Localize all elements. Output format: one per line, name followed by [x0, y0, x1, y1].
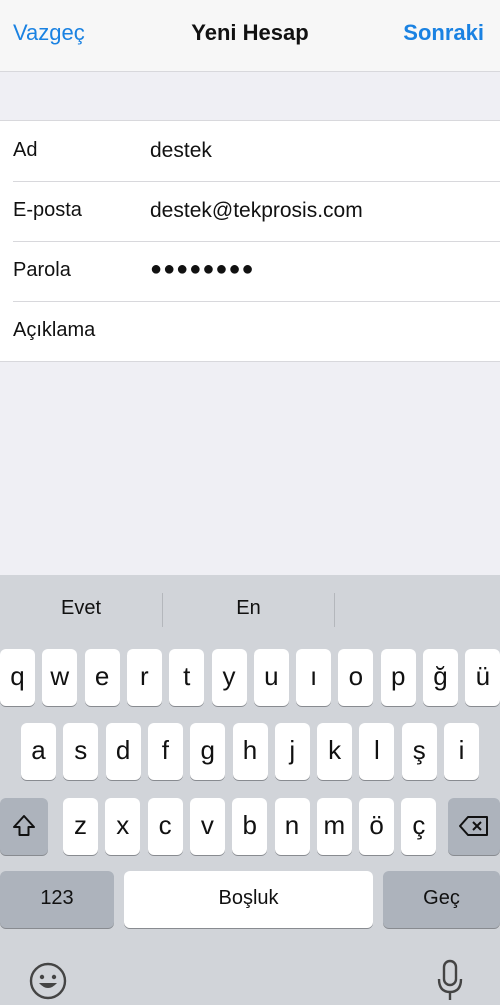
key-b[interactable]: b	[232, 798, 268, 855]
email-label: E-posta	[13, 199, 82, 221]
key-x[interactable]: x	[105, 798, 141, 855]
suggestion-2[interactable]: En	[163, 597, 334, 620]
key-l[interactable]: l	[359, 723, 395, 780]
space-key[interactable]: Boşluk	[124, 871, 373, 928]
key-o[interactable]: o	[338, 649, 374, 706]
cancel-button[interactable]: Vazgeç	[13, 20, 85, 46]
next-button[interactable]: Sonraki	[403, 20, 484, 46]
key-z[interactable]: z	[63, 798, 98, 855]
key-q[interactable]: q	[0, 649, 35, 706]
email-input[interactable]: destek@tekprosis.com	[150, 199, 363, 223]
keyboard: Evet En qwertyuıopğü asdfghjklşi zxcvbnm…	[0, 575, 500, 1005]
key-ı[interactable]: ı	[296, 649, 332, 706]
key-s[interactable]: s	[63, 723, 99, 780]
name-input[interactable]: destek	[150, 139, 212, 163]
account-form: Ad destek E-posta destek@tekprosis.com P…	[0, 120, 500, 362]
key-h[interactable]: h	[232, 723, 268, 780]
key-ö[interactable]: ö	[359, 798, 395, 855]
key-i[interactable]: i	[444, 723, 479, 780]
description-label: Açıklama	[13, 319, 96, 341]
emoji-icon[interactable]	[28, 961, 68, 1001]
key-w[interactable]: w	[42, 649, 78, 706]
name-label: Ad	[13, 139, 38, 161]
go-key[interactable]: Geç	[383, 871, 500, 928]
key-c[interactable]: c	[147, 798, 183, 855]
key-g[interactable]: g	[190, 723, 226, 780]
key-ğ[interactable]: ğ	[423, 649, 458, 706]
key-r[interactable]: r	[126, 649, 162, 706]
password-field[interactable]: Parola ●●●●●●●●	[0, 241, 500, 301]
key-m[interactable]: m	[316, 798, 352, 855]
navigation-bar: Vazgeç Yeni Hesap Sonraki	[0, 0, 500, 72]
key-ç[interactable]: ç	[401, 798, 437, 855]
microphone-icon[interactable]	[435, 959, 465, 1003]
key-u[interactable]: u	[253, 649, 289, 706]
shift-icon	[13, 815, 35, 836]
key-j[interactable]: j	[274, 723, 310, 780]
name-field[interactable]: Ad destek	[0, 121, 500, 181]
key-ü[interactable]: ü	[465, 649, 500, 706]
email-field[interactable]: E-posta destek@tekprosis.com	[0, 181, 500, 241]
key-p[interactable]: p	[380, 649, 416, 706]
key-ş[interactable]: ş	[401, 723, 437, 780]
key-k[interactable]: k	[317, 723, 353, 780]
key-n[interactable]: n	[274, 798, 310, 855]
password-input[interactable]: ●●●●●●●●	[150, 258, 255, 281]
description-field[interactable]: Açıklama	[0, 301, 500, 361]
key-y[interactable]: y	[211, 649, 247, 706]
key-t[interactable]: t	[169, 649, 205, 706]
suggestion-bar: Evet En	[0, 575, 500, 645]
password-label: Parola	[13, 259, 71, 281]
suggestion-1[interactable]: Evet	[0, 597, 162, 620]
shift-key[interactable]	[0, 798, 48, 855]
key-d[interactable]: d	[105, 723, 141, 780]
key-e[interactable]: e	[84, 649, 120, 706]
key-a[interactable]: a	[21, 723, 56, 780]
numbers-key[interactable]: 123	[0, 871, 114, 928]
key-f[interactable]: f	[147, 723, 183, 780]
backspace-icon	[459, 816, 488, 836]
key-v[interactable]: v	[189, 798, 225, 855]
backspace-key[interactable]	[448, 798, 500, 855]
suggestion-divider	[334, 593, 335, 627]
